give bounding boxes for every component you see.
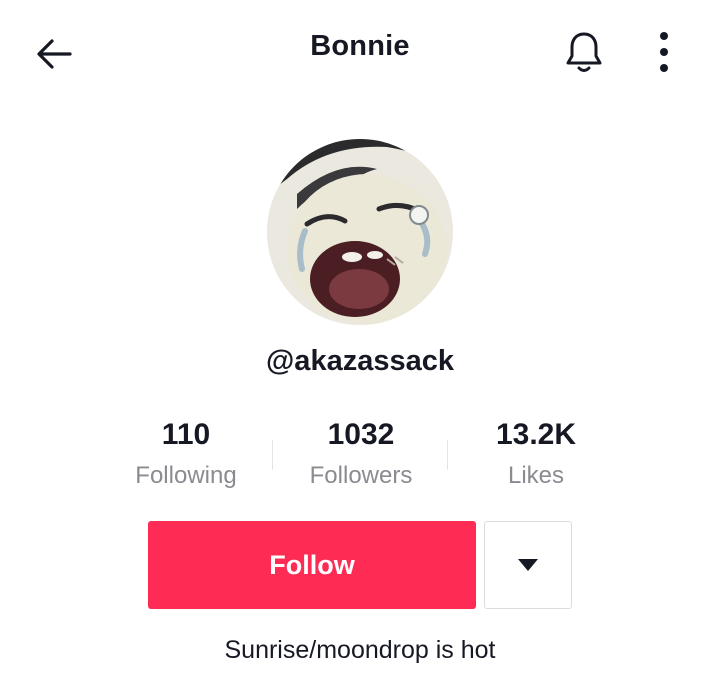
profile-stats: 110 Following 1032 Followers 13.2K Likes — [0, 418, 720, 498]
stat-following[interactable]: 110 Following — [96, 418, 276, 490]
follow-button[interactable]: Follow — [148, 521, 476, 609]
followers-label: Followers — [309, 462, 413, 489]
back-button[interactable] — [28, 28, 80, 80]
following-label: Following — [135, 462, 237, 489]
stat-likes[interactable]: 13.2K Likes — [446, 418, 626, 490]
username: @akazassack — [266, 345, 454, 377]
arrow-left-icon — [37, 39, 72, 69]
page-title: Bonnie — [310, 30, 410, 62]
suggested-accounts-dropdown-button[interactable] — [484, 521, 572, 609]
followers-count: 1032 — [327, 418, 395, 451]
avatar[interactable] — [267, 139, 453, 325]
bell-icon — [566, 32, 602, 72]
more-options-button[interactable] — [642, 26, 686, 78]
bio-text: Sunrise/moondrop is hot — [224, 636, 496, 664]
stat-followers[interactable]: 1032 Followers — [271, 418, 451, 490]
notifications-button[interactable] — [558, 26, 610, 78]
following-count: 110 — [161, 418, 211, 451]
likes-count: 13.2K — [495, 418, 577, 451]
stats-divider — [447, 440, 448, 470]
avatar-image — [267, 139, 453, 325]
caret-down-icon — [518, 559, 538, 571]
top-bar: Bonnie — [0, 0, 720, 104]
stats-divider — [272, 440, 273, 470]
more-vertical-icon — [660, 32, 668, 72]
likes-label: Likes — [507, 462, 565, 489]
